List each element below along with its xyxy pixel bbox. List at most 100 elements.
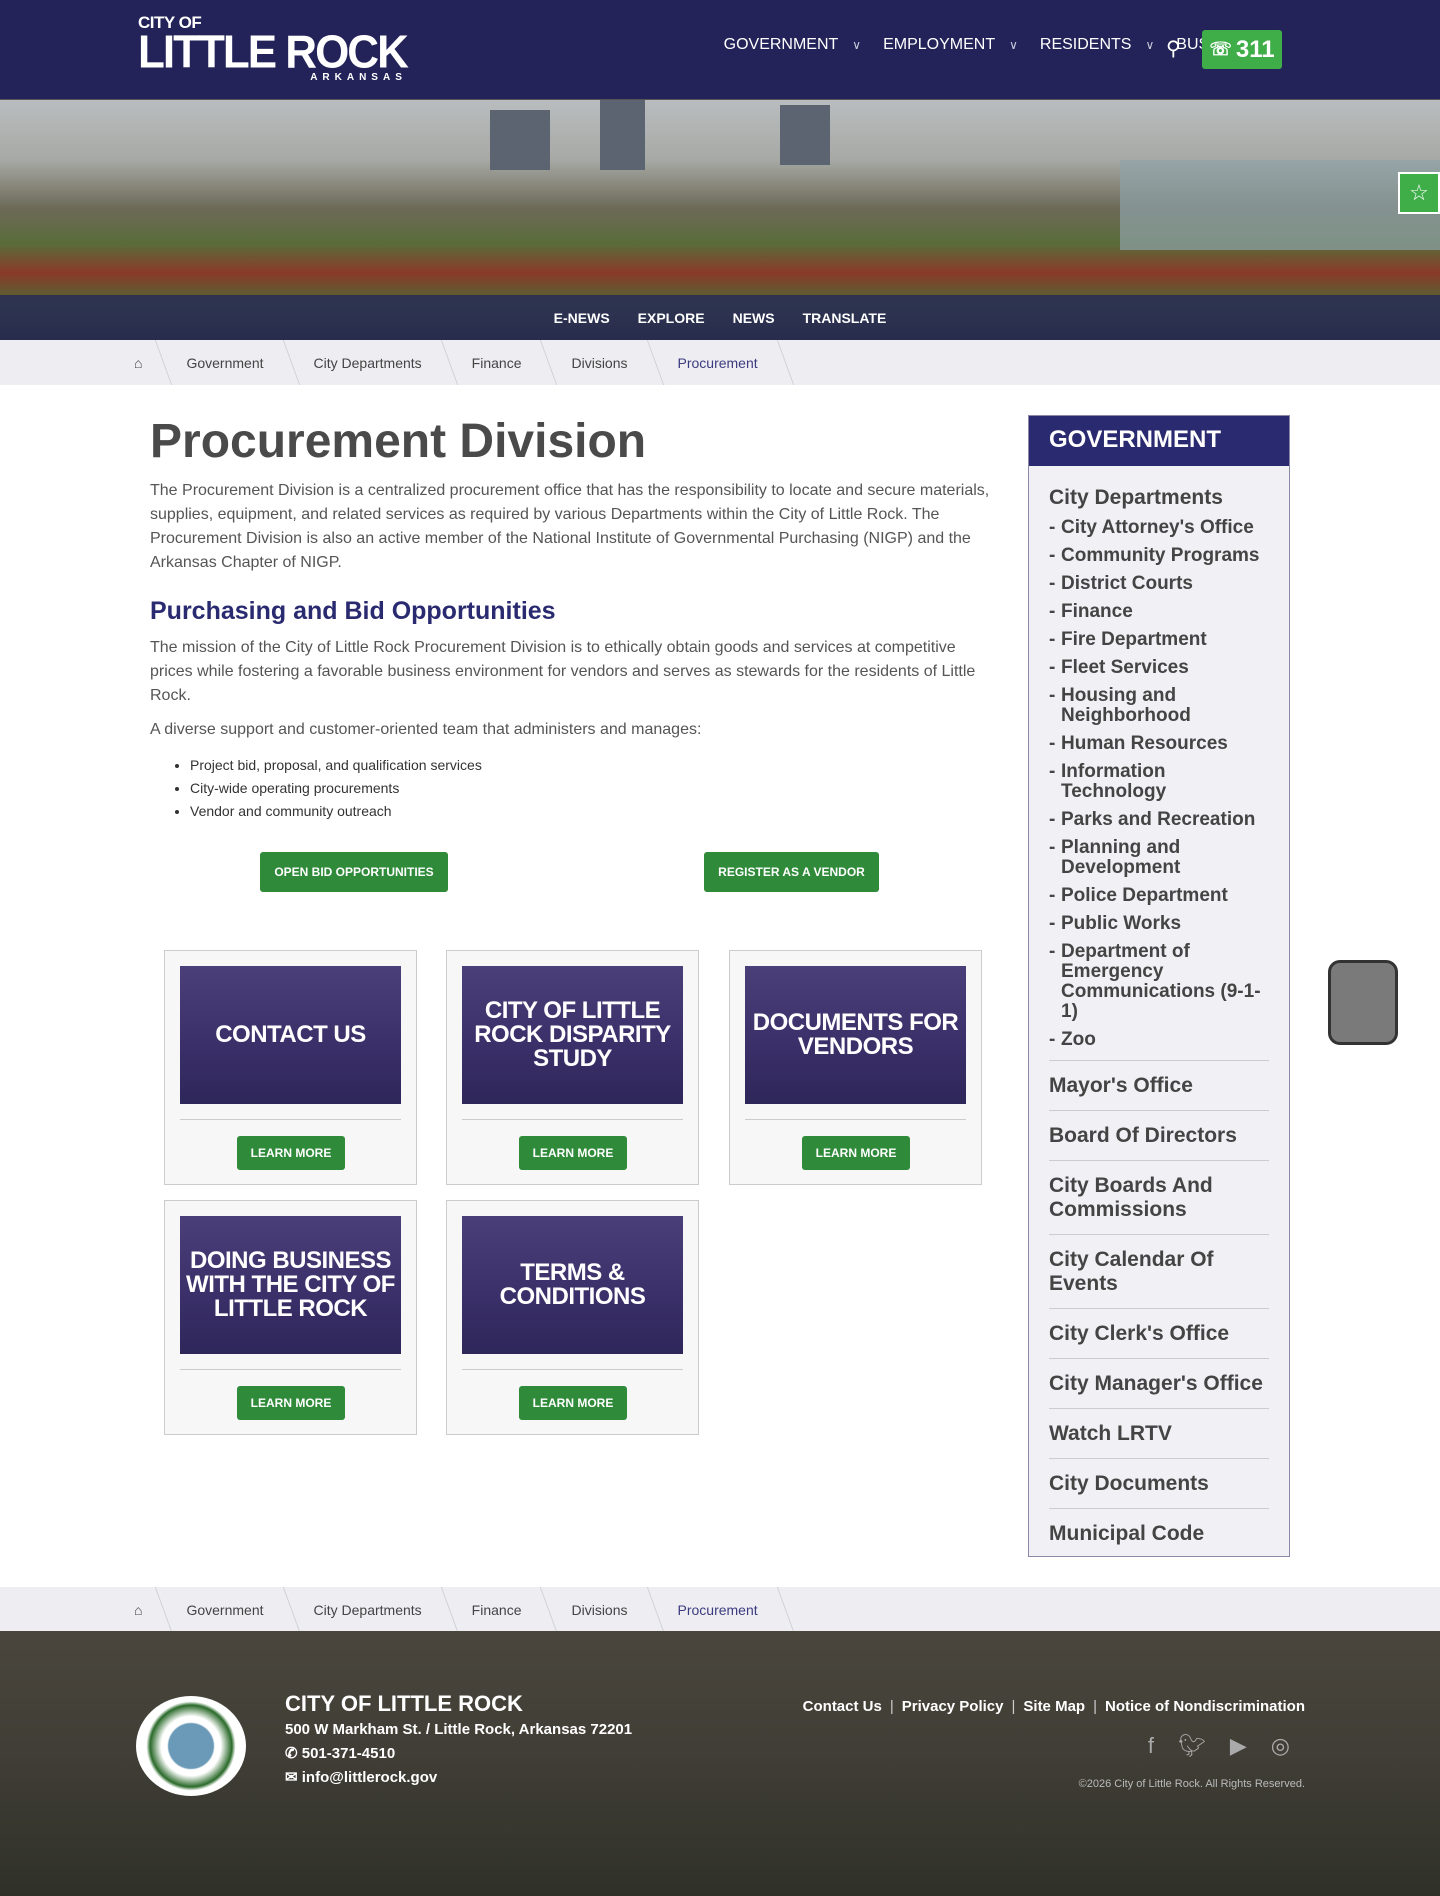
crumb-government[interactable]: Government — [164, 340, 291, 385]
separator: | — [1093, 1698, 1097, 1715]
footer-links: Contact Us | Privacy Policy | Site Map | No… — [803, 1698, 1305, 1715]
crumb-divisions[interactable]: Divisions — [549, 340, 655, 385]
sidebar-subitem[interactable]: - Zoo — [1049, 1030, 1269, 1050]
sidebar-section[interactable]: City Manager's Office — [1049, 1358, 1269, 1408]
sidebar-subitem[interactable]: - District Courts — [1049, 574, 1269, 594]
city-seal-logo — [136, 1696, 246, 1796]
learn-more-button[interactable]: LEARN MORE — [519, 1136, 627, 1170]
youtube-icon[interactable]: ▶ — [1230, 1733, 1247, 1759]
learn-more-button[interactable]: LEARN MORE — [802, 1136, 910, 1170]
subnav-news[interactable]: NEWS — [733, 310, 775, 326]
separator: | — [889, 1698, 894, 1715]
sidebar-item-city-departments[interactable]: City Departments — [1049, 486, 1269, 510]
sidebar-subitem-label: Department of Emergency Communications (… — [1061, 941, 1261, 1022]
headset-icon: ☏ — [1209, 39, 1232, 59]
footer-phone[interactable]: ✆ 501-371-4510 — [285, 1744, 395, 1762]
card-disparity-study: CITY OF LITTLE ROCK DISPARITY STUDY LEARN… — [446, 950, 699, 1185]
learn-more-button[interactable]: LEARN MORE — [237, 1136, 345, 1170]
separator: | — [1011, 1698, 1016, 1715]
crumb-divisions[interactable]: Divisions — [549, 1587, 655, 1632]
sidebar-subitem[interactable]: - Housing and Neighborhood — [1049, 686, 1269, 726]
subnav-enews[interactable]: E-NEWS — [554, 310, 610, 326]
sidebar-subitem[interactable]: - Finance — [1049, 602, 1269, 622]
card-image[interactable]: CITY OF LITTLE ROCK DISPARITY STUDY — [462, 966, 683, 1104]
card-image[interactable]: DOING BUSINESS WITH THE CITY OF LITTLE R… — [180, 1216, 401, 1354]
services-list: Project bid, proposal, and qualification… — [190, 754, 995, 823]
sidebar-subitem-label: Information Technology — [1061, 761, 1167, 802]
sidebar-section[interactable]: Municipal Code — [1049, 1508, 1269, 1558]
crumb-government[interactable]: Government — [164, 1587, 291, 1632]
river — [1120, 160, 1440, 250]
sidebar-subitem[interactable]: - Police Department — [1049, 886, 1269, 906]
sidebar-subitem[interactable]: - Human Resources — [1049, 734, 1269, 754]
nav-label: RESIDENTS — [1039, 36, 1132, 53]
learn-more-button[interactable]: LEARN MORE — [519, 1386, 627, 1420]
dash: - — [1049, 685, 1056, 706]
envelope-icon: ✉ — [285, 1769, 302, 1786]
crumb-finance[interactable]: Finance — [450, 1587, 550, 1632]
card-image[interactable]: DOCUMENTS FOR VENDORS — [745, 966, 966, 1104]
home-icon[interactable]: ⌂ — [134, 1587, 164, 1632]
card-image[interactable]: TERMS & CONDITIONS — [462, 1216, 683, 1354]
card-documents-vendors: DOCUMENTS FOR VENDORS LEARN MORE — [729, 950, 982, 1185]
nav-label: GOVERNMENT — [723, 36, 839, 53]
card-image[interactable]: CONTACT US — [180, 966, 401, 1104]
sidebar-subitem[interactable]: - Community Programs — [1049, 546, 1269, 566]
sidebar-subitem-label: Public Works — [1061, 913, 1182, 934]
subnav-explore[interactable]: EXPLORE — [638, 310, 705, 326]
instagram-icon[interactable]: ◎ — [1271, 1733, 1290, 1759]
crumb-city-departments[interactable]: City Departments — [292, 340, 450, 385]
crumb-city-departments[interactable]: City Departments — [292, 1587, 450, 1632]
311-button[interactable]: ☏ 311 — [1202, 30, 1282, 69]
sidebar-subitem[interactable]: - Planning and Development — [1049, 838, 1269, 878]
nav-residents[interactable]: RESIDENTS ∨ — [1040, 36, 1154, 54]
sidebar-subitem[interactable]: - Department of Emergency Communications … — [1049, 942, 1269, 1022]
sidebar-heading[interactable]: GOVERNMENT — [1029, 416, 1289, 466]
sidebar-section[interactable]: Mayor's Office — [1049, 1060, 1269, 1110]
link-contact-us[interactable]: Contact Us — [803, 1698, 882, 1715]
sidebar-subitem[interactable]: - Fire Department — [1049, 630, 1269, 650]
sidebar-section[interactable]: City Boards And Commissions — [1049, 1160, 1269, 1234]
page-title: Procurement Division — [150, 415, 647, 468]
sidebar-subitem[interactable]: - Parks and Recreation — [1049, 810, 1269, 830]
open-bid-opportunities-button[interactable]: OPEN BID OPPORTUNITIES — [260, 852, 448, 892]
register-vendor-button[interactable]: REGISTER AS A VENDOR — [704, 852, 879, 892]
email-text: info@littlerock.gov — [301, 1769, 438, 1786]
chevron-down-icon: ∨ — [852, 38, 862, 52]
sidebar-subitem[interactable]: - Fleet Services — [1049, 658, 1269, 678]
facebook-icon[interactable]: f — [1148, 1733, 1154, 1759]
dash: - — [1049, 1029, 1056, 1050]
sidebar-section[interactable]: Watch LRTV — [1049, 1408, 1269, 1458]
sidebar-section[interactable]: Board Of Directors — [1049, 1110, 1269, 1160]
footer-address: 500 W Markham St. / Little Rock, Arkansa… — [285, 1721, 633, 1738]
sidebar-subitem[interactable]: - Public Works — [1049, 914, 1269, 934]
site-header: CITY OF LITTLE ROCK ARKANSAS GOVERNMENT ∨… — [0, 0, 1440, 100]
sidebar-subitem[interactable]: - Information Technology — [1049, 762, 1269, 802]
search-icon[interactable]: ⚲ — [1166, 36, 1181, 61]
sidebar-subitem-label: District Courts — [1061, 573, 1193, 594]
sidebar-section[interactable]: City Calendar Of Events — [1049, 1234, 1269, 1308]
chat-assistant-icon[interactable] — [1328, 960, 1398, 1045]
home-icon[interactable]: ⌂ — [134, 340, 164, 385]
dash: - — [1049, 733, 1056, 754]
nav-government[interactable]: GOVERNMENT ∨ — [724, 36, 861, 54]
twitter-icon[interactable]: 🐦︎ — [1178, 1733, 1206, 1759]
subnav-translate[interactable]: TRANSLATE — [803, 310, 887, 326]
divider — [745, 1119, 966, 1120]
dash: - — [1049, 809, 1056, 830]
sidebar-section[interactable]: City Clerk's Office — [1049, 1308, 1269, 1358]
dash: - — [1049, 913, 1056, 934]
favorite-star-icon[interactable]: ☆ — [1398, 172, 1440, 214]
link-nondiscrimination[interactable]: Notice of Nondiscrimination — [1105, 1698, 1305, 1715]
sidebar-section[interactable]: City Documents — [1049, 1458, 1269, 1508]
sidebar-subitem[interactable]: - City Attorney's Office — [1049, 518, 1269, 538]
link-privacy-policy[interactable]: Privacy Policy — [902, 1698, 1004, 1715]
sidebar-subitem-label: City Attorney's Office — [1061, 517, 1254, 538]
learn-more-button[interactable]: LEARN MORE — [237, 1386, 345, 1420]
crumb-finance[interactable]: Finance — [450, 340, 550, 385]
city-logo[interactable]: CITY OF LITTLE ROCK ARKANSAS — [138, 14, 409, 83]
sidebar-subitem-label: Parks and Recreation — [1061, 809, 1256, 830]
nav-employment[interactable]: EMPLOYMENT ∨ — [883, 36, 1018, 54]
footer-email[interactable]: ✉ info@littlerock.gov — [285, 1768, 437, 1786]
link-site-map[interactable]: Site Map — [1023, 1698, 1085, 1715]
